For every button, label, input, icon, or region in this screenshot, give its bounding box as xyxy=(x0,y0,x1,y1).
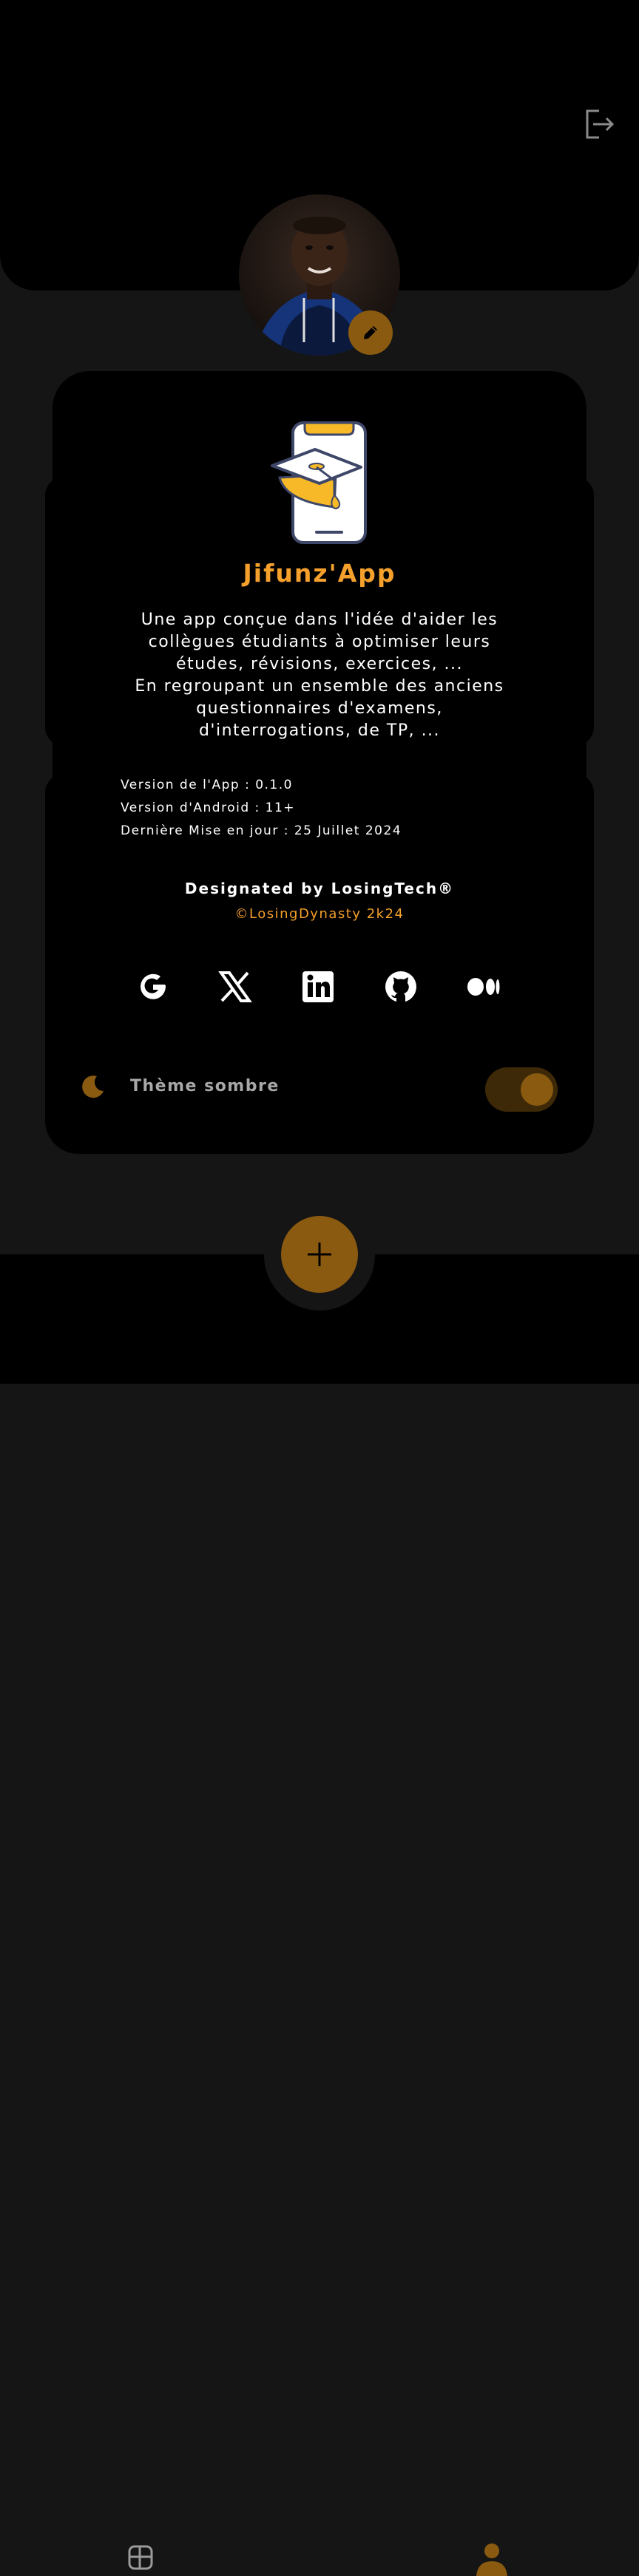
medium-icon[interactable] xyxy=(467,970,501,1004)
linkedin-icon[interactable] xyxy=(301,970,335,1004)
about-card: Jifunz'App Une app conçue dans l'idée d'… xyxy=(45,371,594,1154)
app-version: Version de l'App : 0.1.0 xyxy=(121,778,293,792)
plus-icon xyxy=(308,1243,331,1266)
logout-icon[interactable] xyxy=(583,108,615,140)
theme-label: Thème sombre xyxy=(130,1077,280,1095)
dark-theme-toggle[interactable] xyxy=(485,1067,558,1112)
app-logo xyxy=(271,421,367,544)
designer-credit: Designated by LosingTech® xyxy=(184,880,455,897)
moon-icon xyxy=(82,1075,104,1098)
app-title: Jifunz'App xyxy=(243,559,396,588)
profile-icon[interactable] xyxy=(475,2542,509,2576)
android-version: Version d'Android : 11+ xyxy=(121,801,296,815)
edit-avatar-button[interactable] xyxy=(348,310,393,355)
last-update: Dernière Mise en jour : 25 Juillet 2024 xyxy=(121,823,402,838)
pencil-icon xyxy=(364,326,377,339)
github-icon[interactable] xyxy=(384,970,418,1004)
version-info: Version de l'App : 0.1.0 Version d'Andro… xyxy=(121,774,402,843)
copyright: ©LosingDynasty 2k24 xyxy=(234,906,405,922)
app-description: Une app conçue dans l'idée d'aider les c… xyxy=(135,611,504,740)
dashboard-icon[interactable] xyxy=(127,2544,154,2571)
x-icon[interactable] xyxy=(218,970,252,1004)
google-icon[interactable] xyxy=(135,970,169,1004)
add-button[interactable] xyxy=(281,1216,358,1293)
toggle-knob xyxy=(521,1073,553,1106)
